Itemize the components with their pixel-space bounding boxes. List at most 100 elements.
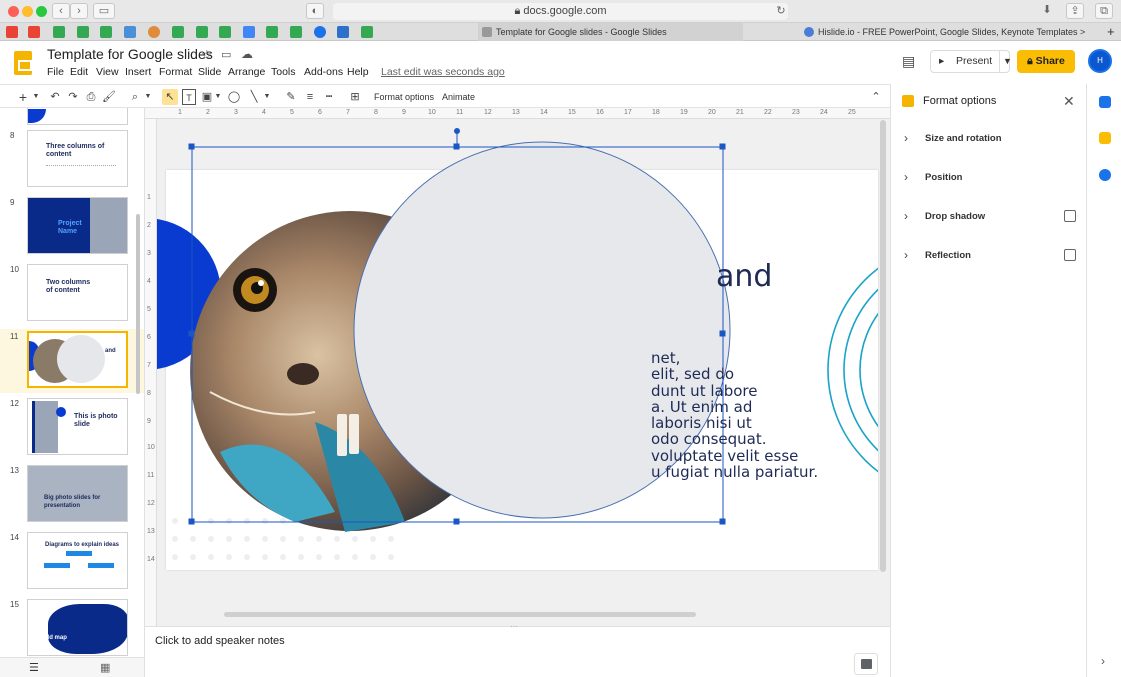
account-avatar[interactable]: H bbox=[1088, 49, 1112, 73]
slide-thumbnail-7[interactable] bbox=[27, 108, 128, 125]
sheets-bookmark-icon[interactable] bbox=[219, 26, 231, 38]
slide-thumbnail-13[interactable]: Big photo slides for presentation bbox=[27, 465, 128, 522]
list-view-icon[interactable]: ☰ bbox=[29, 661, 39, 674]
redo-icon[interactable]: ↷ bbox=[66, 89, 80, 105]
image-icon[interactable]: ▣ bbox=[200, 89, 214, 105]
docs-bookmark-icon[interactable] bbox=[243, 26, 255, 38]
filmstrip-scrollbar[interactable] bbox=[136, 214, 140, 394]
section-position[interactable]: › Position bbox=[891, 164, 1087, 194]
menu-arrange[interactable]: Arrange bbox=[228, 66, 265, 78]
shape-icon[interactable]: ◯ bbox=[227, 89, 241, 105]
drop-shadow-checkbox[interactable] bbox=[1064, 210, 1076, 222]
image-dropdown-icon[interactable]: ▼ bbox=[214, 89, 222, 105]
notes-resize-handle[interactable]: ⋯ bbox=[510, 622, 518, 631]
present-options-icon[interactable]: ▼ bbox=[999, 51, 1012, 72]
vertical-scrollbar[interactable] bbox=[880, 120, 886, 572]
menu-addons[interactable]: Add-ons bbox=[304, 66, 343, 78]
firefox-bookmark-icon[interactable] bbox=[148, 26, 160, 38]
tasks-icon[interactable] bbox=[1099, 169, 1111, 181]
close-window-icon[interactable] bbox=[8, 6, 19, 17]
text-box-icon[interactable]: T bbox=[182, 89, 196, 105]
expand-panel-icon[interactable]: › bbox=[1101, 654, 1105, 668]
line-icon[interactable]: ╲ bbox=[247, 89, 261, 105]
slide-thumbnail-11[interactable]: and bbox=[27, 331, 128, 388]
share-page-icon[interactable]: ⇪ bbox=[1066, 3, 1084, 19]
chrome-bookmark-icon[interactable] bbox=[314, 26, 326, 38]
menu-file[interactable]: File bbox=[47, 66, 64, 78]
downloads-icon[interactable]: ⬇ bbox=[1038, 3, 1056, 19]
slide-thumbnail-15[interactable]: World map bbox=[27, 599, 128, 656]
slide-thumbnail-10[interactable]: Two columns of content bbox=[27, 264, 128, 321]
collapse-toolbar-icon[interactable]: ⌃ bbox=[870, 89, 882, 105]
explore-button[interactable] bbox=[854, 653, 878, 675]
new-slide-icon[interactable]: + bbox=[16, 89, 30, 105]
reflection-checkbox[interactable] bbox=[1064, 249, 1076, 261]
sheets-bookmark-icon[interactable] bbox=[196, 26, 208, 38]
section-size-and-rotation[interactable]: › Size and rotation bbox=[891, 125, 1087, 155]
last-edit-status[interactable]: Last edit was seconds ago bbox=[381, 66, 505, 78]
sheets-bookmark-icon[interactable] bbox=[290, 26, 302, 38]
border-color-icon[interactable]: ✎ bbox=[284, 89, 298, 105]
forward-icon[interactable]: › bbox=[70, 3, 88, 19]
format-options-button[interactable]: Format options bbox=[374, 89, 434, 105]
close-icon[interactable]: ✕ bbox=[1063, 93, 1075, 110]
undo-icon[interactable]: ↶ bbox=[48, 89, 62, 105]
section-reflection[interactable]: › Reflection bbox=[891, 242, 1087, 272]
tab-hislide[interactable]: Hislide.io - FREE PowerPoint, Google Sli… bbox=[800, 23, 1100, 41]
cloud-status-icon[interactable]: ☁ bbox=[241, 47, 253, 61]
new-slide-layout-icon[interactable]: ▼ bbox=[32, 89, 40, 105]
slide-thumbnail-8[interactable]: Three columns of content bbox=[27, 130, 128, 187]
move-folder-icon[interactable]: ▭ bbox=[221, 48, 231, 61]
sheets-bookmark-icon[interactable] bbox=[53, 26, 65, 38]
print-icon[interactable]: ⎙ bbox=[84, 89, 98, 105]
zoom-icon[interactable]: ⌕ bbox=[128, 89, 142, 105]
calendar-icon[interactable] bbox=[1099, 96, 1111, 108]
slide-thumbnail-12[interactable]: This is photo slide bbox=[27, 398, 128, 455]
menu-help[interactable]: Help bbox=[347, 66, 369, 78]
trello-bookmark-icon[interactable] bbox=[337, 26, 349, 38]
border-dash-icon[interactable]: ┅ bbox=[322, 89, 336, 105]
minimize-window-icon[interactable] bbox=[22, 6, 33, 17]
share-button[interactable]: 🔒︎ Share bbox=[1017, 50, 1075, 73]
maximize-window-icon[interactable] bbox=[36, 6, 47, 17]
privacy-shield-icon[interactable]: ◐ bbox=[306, 3, 324, 19]
slide-thumbnail-14[interactable]: Diagrams to explain ideas bbox=[27, 532, 128, 589]
star-icon[interactable]: ☆ bbox=[201, 47, 213, 63]
slide-body-text[interactable]: net, elit, sed do dunt ut labore a. Ut e… bbox=[651, 350, 818, 480]
sheets-bookmark-icon[interactable] bbox=[100, 26, 112, 38]
menu-edit[interactable]: Edit bbox=[70, 66, 88, 78]
grid-view-icon[interactable]: ▦ bbox=[100, 661, 110, 674]
back-icon[interactable]: ‹ bbox=[52, 3, 70, 19]
horizontal-scrollbar[interactable] bbox=[224, 612, 696, 617]
sheets-bookmark-icon[interactable] bbox=[266, 26, 278, 38]
zoom-dropdown-icon[interactable]: ▼ bbox=[144, 89, 152, 105]
present-button[interactable]: ▸ Present ▼ bbox=[930, 50, 1012, 73]
sidebar-toggle-icon[interactable]: ▭ bbox=[93, 3, 115, 19]
mail-bookmark-icon[interactable] bbox=[124, 26, 136, 38]
section-drop-shadow[interactable]: › Drop shadow bbox=[891, 203, 1087, 233]
menu-insert[interactable]: Insert bbox=[125, 66, 151, 78]
slides-logo-icon[interactable] bbox=[14, 51, 32, 75]
slide-title-fragment[interactable]: and bbox=[716, 259, 772, 294]
paint-format-icon[interactable]: 🖌︎ bbox=[102, 89, 116, 105]
select-cursor-icon[interactable]: ↖ bbox=[162, 89, 178, 105]
gmail-bookmark-icon[interactable] bbox=[6, 26, 18, 38]
reload-icon[interactable]: ↻ bbox=[772, 4, 790, 20]
sheets-bookmark-icon[interactable] bbox=[77, 26, 89, 38]
add-comment-icon[interactable]: ⊞ bbox=[348, 89, 362, 105]
menu-tools[interactable]: Tools bbox=[271, 66, 296, 78]
menu-slide[interactable]: Slide bbox=[198, 66, 221, 78]
menu-view[interactable]: View bbox=[96, 66, 119, 78]
address-bar[interactable]: 🔒︎ docs.google.com bbox=[333, 3, 788, 20]
slide-thumbnail-9[interactable]: Project Name bbox=[27, 197, 128, 254]
gmail-bookmark-icon[interactable] bbox=[28, 26, 40, 38]
comments-icon[interactable]: ▤ bbox=[902, 53, 915, 70]
keep-icon[interactable] bbox=[1099, 132, 1111, 144]
tab-overview-icon[interactable]: ⧉ bbox=[1095, 3, 1113, 19]
line-dropdown-icon[interactable]: ▼ bbox=[263, 89, 271, 105]
tab-google-slides[interactable]: Template for Google slides - Google Slid… bbox=[478, 23, 743, 41]
border-weight-icon[interactable]: ≡ bbox=[303, 89, 317, 105]
animate-button[interactable]: Animate bbox=[442, 89, 475, 105]
document-title[interactable]: Template for Google slides bbox=[47, 46, 213, 62]
new-tab-icon[interactable]: + bbox=[1105, 23, 1121, 41]
